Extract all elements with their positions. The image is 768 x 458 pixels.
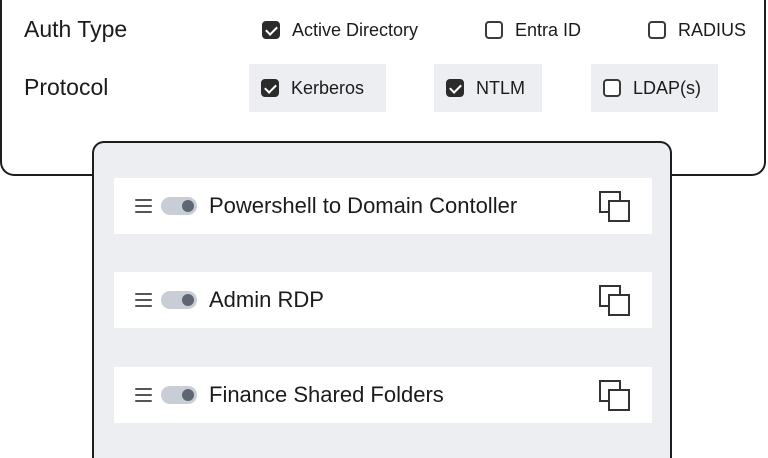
rule-toggle[interactable] (161, 197, 197, 215)
protocol-option-ldaps[interactable]: LDAP(s) (591, 64, 718, 112)
entra-id-label: Entra ID (515, 19, 582, 40)
ntlm-label: NTLM (476, 77, 525, 98)
auth-type-label: Auth Type (24, 16, 128, 42)
rule-toggle[interactable] (161, 291, 197, 309)
rule-row[interactable]: Powershell to Domain Contoller (114, 178, 652, 234)
radius-label: RADIUS (678, 19, 747, 40)
drag-handle-icon[interactable] (135, 293, 152, 307)
entra-id-checkbox[interactable] (485, 21, 503, 39)
auth-option-radius[interactable]: RADIUS (648, 6, 746, 54)
rule-toggle[interactable] (161, 386, 197, 404)
kerberos-checkbox[interactable] (261, 79, 279, 97)
rule-row[interactable]: Finance Shared Folders (114, 367, 652, 423)
radius-checkbox[interactable] (648, 21, 666, 39)
rule-row[interactable]: Admin RDP (114, 272, 652, 328)
copy-icon[interactable] (598, 284, 632, 318)
kerberos-label: Kerberos (291, 77, 365, 98)
drag-handle-icon[interactable] (135, 388, 152, 402)
protocol-option-ntlm[interactable]: NTLM (434, 64, 542, 112)
active-directory-label: Active Directory (292, 19, 419, 40)
auth-policy-view: Auth Type Active Directory Entra ID RADI… (0, 0, 768, 458)
auth-option-entra-id[interactable]: Entra ID (485, 6, 581, 54)
active-directory-checkbox[interactable] (262, 21, 280, 39)
ldaps-label: LDAP(s) (633, 77, 702, 98)
rule-name: Powershell to Domain Contoller (209, 193, 518, 218)
rule-name: Finance Shared Folders (209, 382, 444, 407)
ldaps-checkbox[interactable] (603, 79, 621, 97)
copy-icon[interactable] (598, 190, 632, 224)
ntlm-checkbox[interactable] (446, 79, 464, 97)
drag-handle-icon[interactable] (135, 199, 152, 213)
protocol-label: Protocol (24, 74, 109, 100)
auth-option-active-directory[interactable]: Active Directory (262, 6, 418, 54)
rule-name: Admin RDP (209, 287, 324, 312)
copy-icon[interactable] (598, 379, 632, 413)
rules-panel: Powershell to Domain Contoller Admin RDP… (92, 141, 672, 458)
protocol-option-kerberos[interactable]: Kerberos (249, 64, 386, 112)
